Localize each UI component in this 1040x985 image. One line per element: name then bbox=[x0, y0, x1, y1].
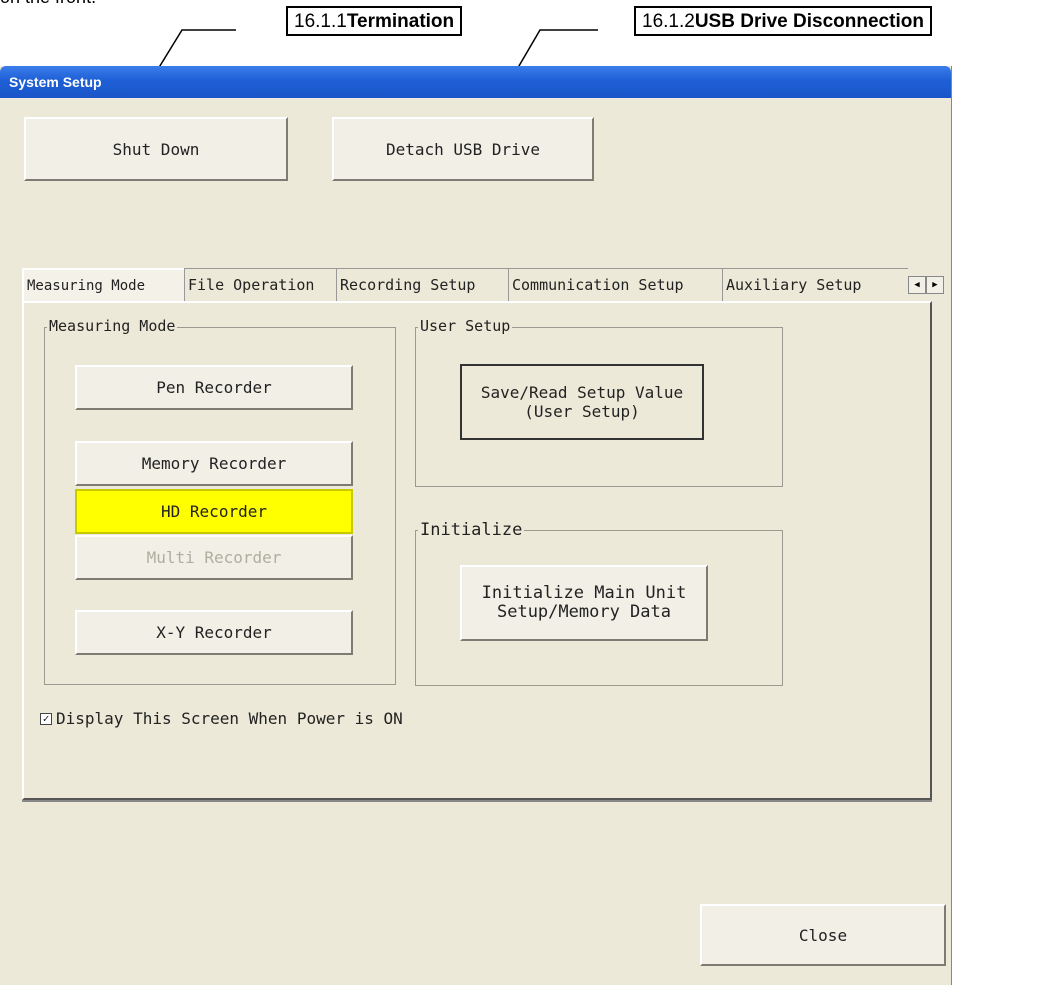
callout-title: Termination bbox=[346, 11, 455, 32]
display-on-power-row[interactable]: ✓ Display This Screen When Power is ON bbox=[40, 709, 403, 728]
window-title: System Setup bbox=[0, 66, 951, 98]
xy-recorder-button[interactable]: X-Y Recorder bbox=[75, 610, 353, 655]
callout-usb-disconnection: 16.1.2USB Drive Disconnection bbox=[634, 6, 932, 36]
display-on-power-checkbox[interactable]: ✓ bbox=[40, 712, 52, 725]
tab-scroll: ◀ ▶ bbox=[908, 276, 944, 294]
tab-file-operation[interactable]: File Operation bbox=[184, 268, 336, 302]
tab-communication-setup[interactable]: Communication Setup bbox=[508, 268, 722, 302]
shut-down-button[interactable]: Shut Down bbox=[24, 117, 288, 181]
group-label: Initialize bbox=[418, 520, 525, 540]
initialize-main-unit-button[interactable]: Initialize Main Unit Setup/Memory Data bbox=[460, 565, 708, 641]
detach-usb-drive-button[interactable]: Detach USB Drive bbox=[332, 117, 594, 181]
tab-auxiliary-setup[interactable]: Auxiliary Setup bbox=[722, 268, 908, 302]
display-on-power-label: Display This Screen When Power is ON bbox=[56, 709, 403, 728]
group-label: User Setup bbox=[418, 317, 513, 335]
tab-recording-setup[interactable]: Recording Setup bbox=[336, 268, 508, 302]
save-read-setup-button[interactable]: Save/Read Setup Value (User Setup) bbox=[460, 364, 704, 440]
callout-number: 16.1.1 bbox=[294, 11, 347, 32]
hd-recorder-button[interactable]: HD Recorder bbox=[75, 489, 353, 534]
memory-recorder-button[interactable]: Memory Recorder bbox=[75, 441, 353, 486]
scroll-left-icon[interactable]: ◀ bbox=[908, 276, 926, 294]
scroll-right-icon[interactable]: ▶ bbox=[926, 276, 944, 294]
callout-number: 16.1.2 bbox=[642, 11, 695, 32]
group-label: Measuring Mode bbox=[47, 317, 178, 335]
panel-divider bbox=[22, 800, 932, 802]
tab-measuring-mode[interactable]: Measuring Mode bbox=[22, 268, 184, 302]
callout-termination: 16.1.1Termination bbox=[286, 6, 463, 36]
pen-recorder-button[interactable]: Pen Recorder bbox=[75, 365, 353, 410]
close-button[interactable]: Close bbox=[700, 904, 946, 966]
tab-bar: Measuring Mode File Operation Recording … bbox=[22, 268, 908, 302]
callout-title: USB Drive Disconnection bbox=[694, 11, 924, 32]
multi-recorder-button: Multi Recorder bbox=[75, 535, 353, 580]
